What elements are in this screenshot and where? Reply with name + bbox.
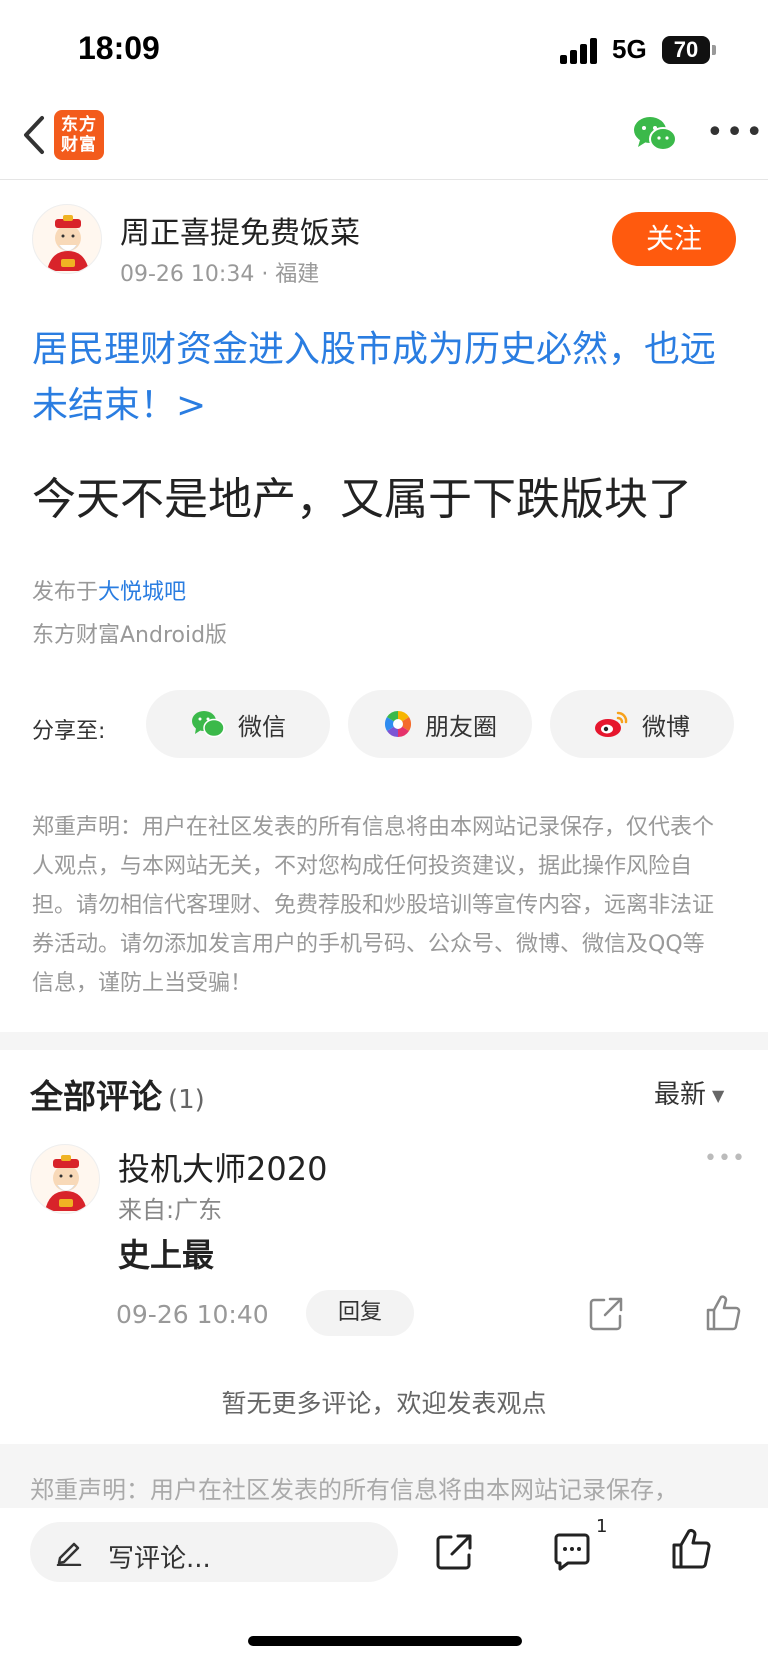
share-wechat-button[interactable]: 微信 bbox=[146, 690, 330, 758]
comment-time: 09-26 10:40 bbox=[116, 1300, 269, 1329]
share-label: 分享至: bbox=[32, 719, 106, 744]
caret-down-icon: ▼ bbox=[712, 1086, 725, 1105]
signal-icon bbox=[560, 38, 602, 64]
author-name[interactable]: 周正喜提免费饭菜 bbox=[120, 208, 360, 252]
home-indicator bbox=[248, 1636, 522, 1646]
commenter-location: 来自:广东 bbox=[118, 1196, 223, 1224]
author-avatar[interactable] bbox=[32, 204, 102, 274]
comments-title: 全部评论 bbox=[30, 1077, 162, 1116]
share-wechat-label: 微信 bbox=[238, 712, 286, 741]
logo-text-top: 东方 bbox=[61, 115, 97, 135]
wechat-share-icon[interactable] bbox=[632, 114, 678, 154]
status-bar: 18:09 5G 70 bbox=[0, 0, 768, 96]
sort-dropdown[interactable]: 最新 ▼ bbox=[654, 1074, 724, 1111]
pen-icon bbox=[56, 1542, 82, 1566]
nav-bar: 东方 财富 ••• bbox=[0, 96, 768, 180]
battery-icon: 70 bbox=[662, 36, 710, 64]
back-icon[interactable] bbox=[14, 110, 54, 160]
section-divider bbox=[0, 1032, 768, 1050]
comment-more-icon[interactable]: ••• bbox=[704, 1146, 746, 1171]
fortune-god-avatar-icon bbox=[45, 1155, 87, 1211]
follow-button[interactable]: 关注 bbox=[612, 212, 736, 266]
post-meta: 09-26 10:34 · 福建 bbox=[120, 262, 320, 287]
published-in: 发布于大悦城吧 bbox=[32, 574, 186, 606]
disclaimer-text: 郑重声明：用户在社区发表的所有信息将由本网站记录保存，仅代表个人观点，与本网站无… bbox=[32, 815, 715, 996]
share-icon[interactable] bbox=[434, 1532, 474, 1572]
network-type: 5G bbox=[612, 34, 647, 64]
commenter-name[interactable]: 投机大师2020 bbox=[118, 1144, 327, 1190]
comment-input[interactable] bbox=[30, 1522, 398, 1582]
weibo-icon bbox=[595, 711, 628, 737]
client-label: 东方财富Android版 bbox=[32, 623, 228, 648]
comments-header: 全部评论 (1) bbox=[30, 1070, 205, 1118]
share-weibo-button[interactable]: 微博 bbox=[550, 690, 734, 758]
wechat-icon bbox=[192, 711, 225, 738]
topic-link[interactable]: 居民理财资金进入股市成为历史必然，也远未结束！> bbox=[32, 322, 732, 434]
footer-disclaimer: 郑重声明：用户在社区发表的所有信息将由本网站记录保存， bbox=[30, 1476, 678, 1504]
share-weibo-label: 微博 bbox=[642, 712, 690, 741]
status-time: 18:09 bbox=[78, 30, 160, 66]
logo-text-bottom: 财富 bbox=[61, 135, 97, 155]
post-text: 今天不是地产，又属于下跌版块了 bbox=[32, 474, 692, 525]
app-logo[interactable]: 东方 财富 bbox=[54, 110, 104, 160]
fortune-god-avatar-icon bbox=[47, 215, 89, 271]
share-moments-label: 朋友圈 bbox=[425, 712, 497, 741]
bar-link[interactable]: 大悦城吧 bbox=[98, 580, 186, 605]
published-prefix: 发布于 bbox=[32, 580, 99, 605]
comment-like-icon[interactable] bbox=[704, 1294, 742, 1332]
share-moments-button[interactable]: 朋友圈 bbox=[348, 690, 532, 758]
moments-icon bbox=[384, 710, 412, 738]
reply-button[interactable]: 回复 bbox=[306, 1290, 414, 1336]
no-more-comments: 暂无更多评论，欢迎发表观点 bbox=[221, 1389, 547, 1418]
comment-body: 史上最 bbox=[118, 1236, 215, 1274]
like-icon[interactable] bbox=[670, 1528, 712, 1570]
battery-cap bbox=[712, 45, 716, 55]
comments-count: (1) bbox=[168, 1085, 205, 1115]
comment-share-icon[interactable] bbox=[588, 1296, 624, 1332]
sort-label: 最新 bbox=[654, 1080, 707, 1110]
comments-badge: 1 bbox=[596, 1516, 608, 1537]
more-options-icon[interactable]: ••• bbox=[706, 118, 763, 148]
comments-icon[interactable] bbox=[552, 1532, 592, 1572]
commenter-avatar[interactable] bbox=[30, 1144, 100, 1214]
comment-placeholder[interactable]: 写评论... bbox=[108, 1538, 211, 1575]
